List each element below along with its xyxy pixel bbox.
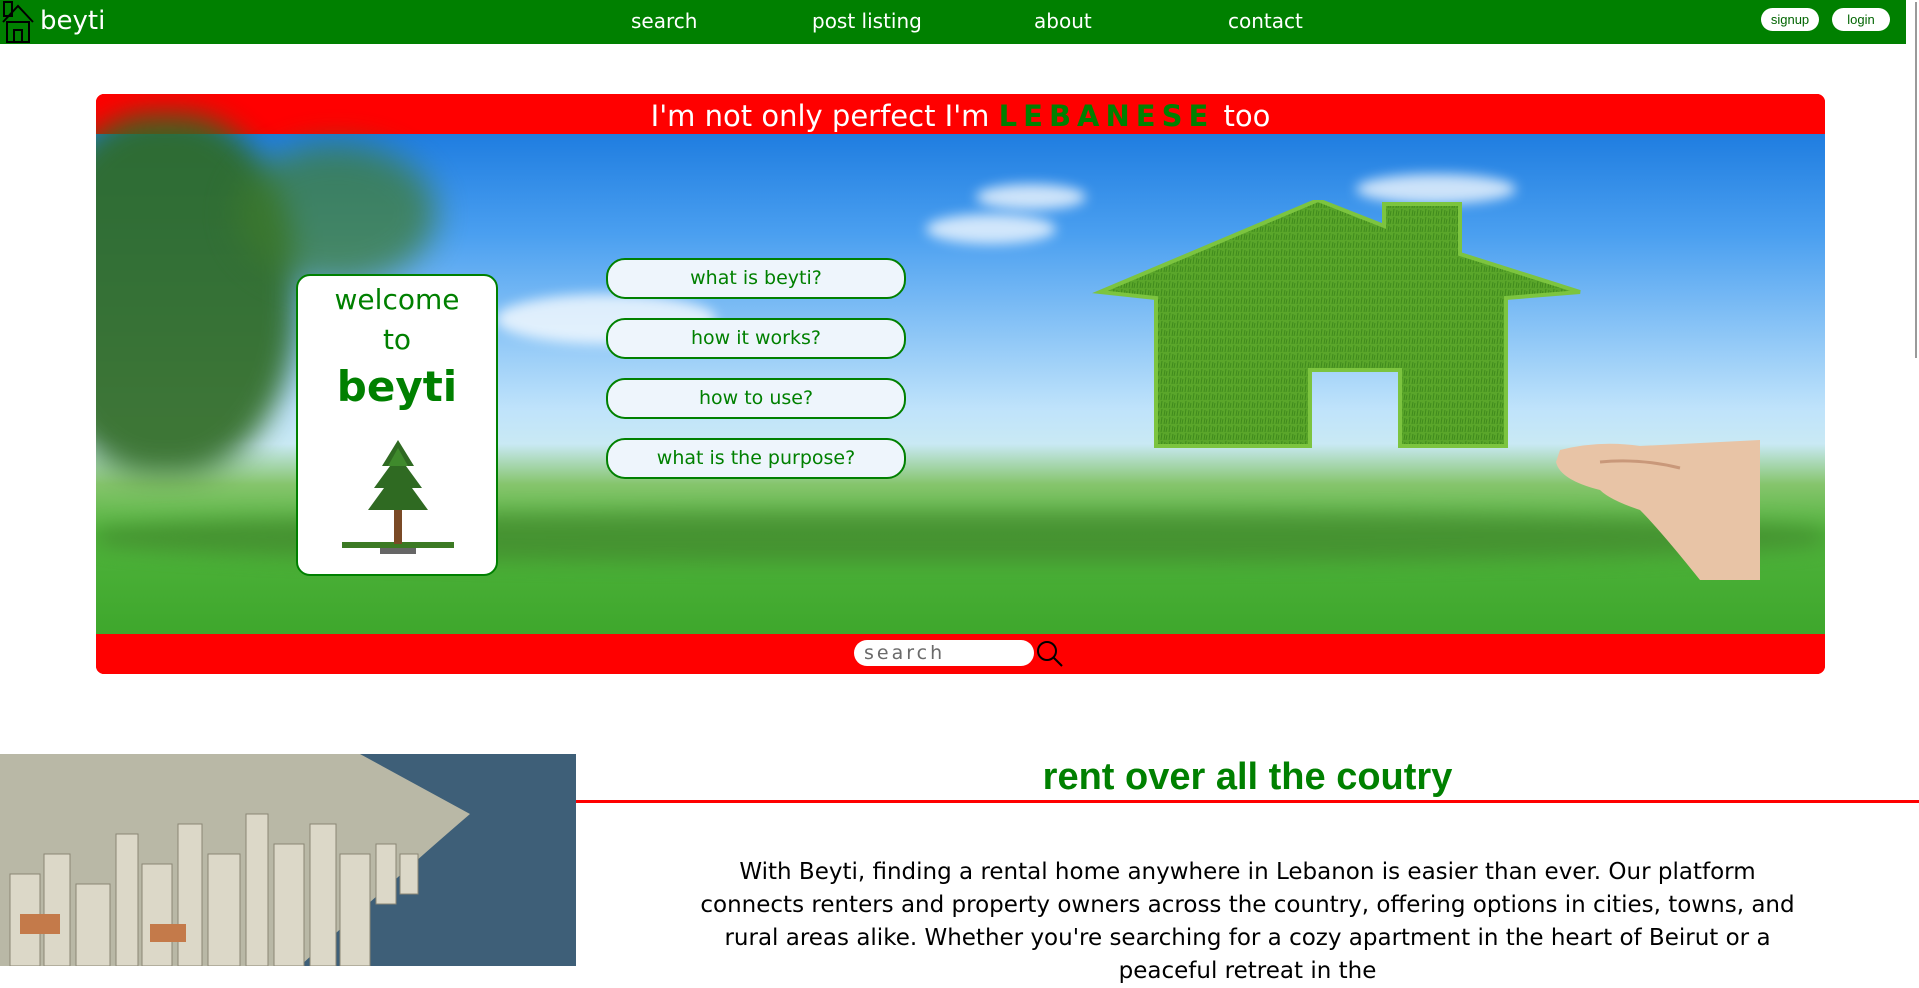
signup-button[interactable]: signup <box>1761 8 1819 31</box>
scrollbar-thumb[interactable] <box>1915 2 1917 358</box>
nav-link-search[interactable]: search <box>631 8 697 34</box>
city-skyline <box>0 754 576 966</box>
nav-link-post-listing[interactable]: post listing <box>812 8 922 34</box>
section-body-text: With Beyti, finding a rental home anywhe… <box>700 859 1795 984</box>
slogan-highlight: LEBANESE <box>998 99 1215 133</box>
login-button[interactable]: login <box>1832 8 1890 31</box>
search-input[interactable] <box>854 640 1034 666</box>
page-scrollbar[interactable] <box>1906 0 1919 966</box>
welcome-brand: beyti <box>336 362 458 411</box>
beirut-city-image <box>0 754 576 966</box>
nav-link-about[interactable]: about <box>1034 8 1092 34</box>
how-to-use-button[interactable]: how to use? <box>606 378 906 419</box>
blurred-tree <box>236 144 436 284</box>
slogan-end: too <box>1223 99 1271 133</box>
top-nav: beyti search post listing about contact … <box>0 0 1919 44</box>
nav-link-contact[interactable]: contact <box>1228 8 1303 34</box>
grass-house-image <box>1092 200 1760 580</box>
hero-search-bar <box>96 634 1825 674</box>
cedar-tree-icon <box>342 440 454 554</box>
house-logo-icon[interactable] <box>0 0 40 44</box>
how-it-works-button[interactable]: how it works? <box>606 318 906 359</box>
what-is-the-purpose-button[interactable]: what is the purpose? <box>606 438 906 479</box>
section-divider <box>576 800 1919 803</box>
welcome-card: welcome to beyti <box>296 274 498 576</box>
slogan-start: I'm not only perfect I'm <box>650 99 990 133</box>
hero-background-image: welcome to beyti what is beyti? how it w… <box>96 114 1825 634</box>
welcome-text: welcome <box>334 283 460 316</box>
hero-banner: I'm not only perfect I'm LEBANESE too we… <box>96 94 1825 674</box>
section-title: rent over all the coutry <box>1042 756 1453 798</box>
search-icon[interactable] <box>1036 640 1064 668</box>
hero-slogan: I'm not only perfect I'm LEBANESE too <box>96 94 1825 134</box>
what-is-beyti-button[interactable]: what is beyti? <box>606 258 906 299</box>
logo-text[interactable]: beyti <box>40 4 105 38</box>
welcome-to-text: to <box>382 323 412 356</box>
